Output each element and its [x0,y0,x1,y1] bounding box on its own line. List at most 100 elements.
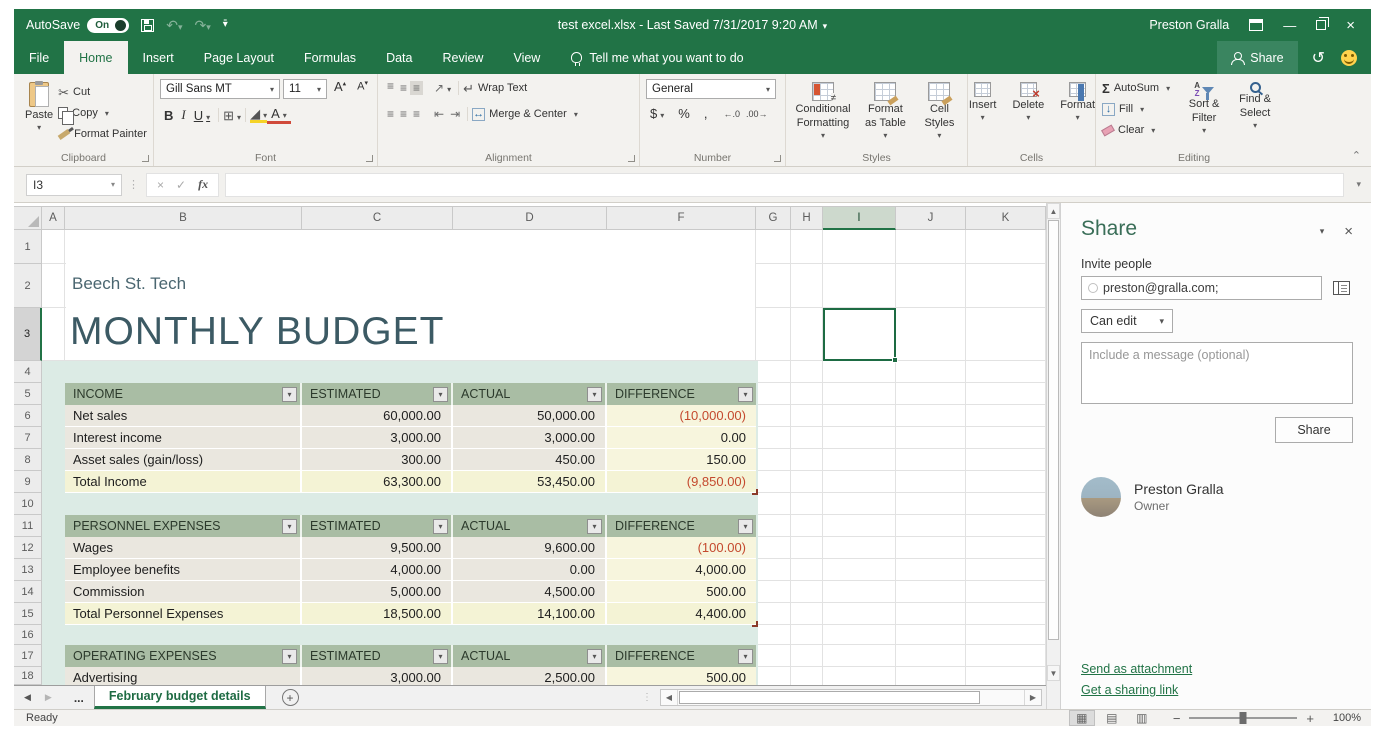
clear-button[interactable]: Clear [1102,121,1170,139]
pane-close-icon[interactable]: × [1344,223,1353,240]
merge-center-button[interactable]: ↔Merge & Center [472,105,578,123]
underline-button[interactable]: U [190,108,214,123]
table-cell[interactable]: Total Personnel Expenses [65,603,302,625]
row-header-8[interactable]: 8 [14,449,42,471]
align-right-button[interactable]: ≡ [410,107,423,121]
top-align-button[interactable]: ≡ [384,79,397,93]
table-cell[interactable]: 63,300.00 [302,471,453,493]
borders-button[interactable]: ⊞ [223,109,241,122]
wrap-text-button[interactable]: ↵Wrap Text [463,79,527,97]
address-book-button[interactable] [1329,277,1353,299]
tab-file[interactable]: File [14,41,64,74]
expand-formula-bar-icon[interactable]: ▾ [1350,179,1367,190]
horizontal-scrollbar[interactable]: ◀ ▶ [660,689,1042,706]
column-header-K[interactable]: K [966,206,1046,230]
autosave-toggle[interactable]: AutoSave On [26,18,129,33]
zoom-in-icon[interactable]: + [1306,711,1314,726]
filter-button[interactable] [738,387,753,402]
fill-handle[interactable] [892,357,898,363]
bold-button[interactable]: B [160,108,177,123]
title-dropdown-icon[interactable]: ▾ [823,21,828,31]
page-layout-view-icon[interactable]: ▤ [1099,710,1125,726]
vscroll-thumb[interactable] [1048,220,1059,640]
hscroll-thumb[interactable] [679,691,980,704]
scroll-right-icon[interactable]: ▶ [1024,690,1041,705]
send-as-attachment-link[interactable]: Send as attachment [1081,662,1353,676]
table-cell[interactable]: 53,450.00 [453,471,607,493]
row-header-14[interactable]: 14 [14,581,42,603]
table-cell[interactable]: 3,000.00 [453,427,607,449]
table-cell[interactable]: (100.00) [607,537,756,559]
filter-button[interactable] [433,519,448,534]
decrease-decimal-button[interactable]: .00→ [746,109,768,119]
decrease-indent-button[interactable]: ⇤ [431,107,447,121]
confirm-entry-icon[interactable]: ✓ [176,178,186,192]
zoom-slider-thumb[interactable] [1240,712,1247,724]
accounting-format-button[interactable]: $ [646,106,668,121]
increase-decimal-button[interactable]: ←.0 [723,109,740,119]
paste-button[interactable]: Paste▾ [20,79,58,136]
table-cell[interactable]: 150.00 [607,449,756,471]
tab-data[interactable]: Data [371,41,427,74]
autosum-button[interactable]: ΣAutoSum [1102,79,1170,97]
table-cell[interactable]: Asset sales (gain/loss) [65,449,302,471]
row-header-5[interactable]: 5 [14,383,42,405]
zoom-out-icon[interactable]: − [1173,711,1181,726]
table-cell[interactable]: 9,500.00 [302,537,453,559]
font-name-combo[interactable]: Gill Sans MT [160,79,280,99]
sheet-tab-active[interactable]: February budget details [94,686,266,709]
delete-cells-button[interactable]: Delete▾ [1007,79,1049,126]
fill-button[interactable]: ↓Fill [1102,100,1170,118]
table-cell[interactable]: Wages [65,537,302,559]
insert-function-icon[interactable]: fx [198,177,208,192]
table-cell[interactable]: 3,000.00 [302,427,453,449]
filter-button[interactable] [282,519,297,534]
column-header-I[interactable]: I [823,206,896,230]
share-button[interactable]: Share [1217,41,1297,74]
row-header-10[interactable]: 10 [14,493,42,515]
cancel-entry-icon[interactable]: × [157,178,164,192]
select-all-corner[interactable] [14,206,42,230]
format-as-table-button[interactable]: Format as Table▾ [858,79,913,144]
page-break-view-icon[interactable]: ▥ [1129,710,1155,726]
tab-page-layout[interactable]: Page Layout [189,41,289,74]
table-cell[interactable]: 9,600.00 [453,537,607,559]
increase-font-size-button[interactable]: A▴ [330,79,350,99]
table-cell[interactable]: (10,000.00) [607,405,756,427]
comma-style-button[interactable]: , [700,106,712,121]
table-cell[interactable]: 500.00 [607,581,756,603]
collapse-ribbon-icon[interactable]: ⌃ [1352,149,1361,162]
table-cell[interactable]: (9,850.00) [607,471,756,493]
sheet-nav-left-icon[interactable]: ◀ [24,692,31,703]
vertical-scrollbar[interactable]: ▲ ▼ [1046,203,1060,709]
cut-button[interactable]: ✂Cut [58,83,147,101]
sheet-nav-right-icon[interactable]: ▶ [45,692,52,703]
close-button[interactable]: × [1346,18,1355,33]
customize-qat-icon[interactable]: ▾̄ [223,20,228,30]
get-sharing-link[interactable]: Get a sharing link [1081,683,1353,697]
conditional-formatting-button[interactable]: Conditional Formatting▾ [792,79,854,144]
sheet-canvas[interactable]: Beech St. TechMONTHLY BUDGETINCOMEESTIMA… [42,230,1046,685]
filter-button[interactable] [738,519,753,534]
permission-dropdown[interactable]: Can edit [1081,309,1173,333]
tell-me-box[interactable]: Tell me what you want to do [559,41,755,74]
column-header-A[interactable]: A [42,206,65,230]
tab-insert[interactable]: Insert [128,41,189,74]
column-header-B[interactable]: B [65,206,302,230]
row-header-9[interactable]: 9 [14,471,42,493]
filter-button[interactable] [587,387,602,402]
row-header-18[interactable]: 18 [14,667,42,685]
filter-button[interactable] [587,649,602,664]
row-header-3[interactable]: 3 [14,308,42,361]
number-format-combo[interactable]: General [646,79,776,99]
table-cell[interactable]: 0.00 [607,427,756,449]
find-select-button[interactable]: Find & Select▾ [1230,79,1280,134]
align-left-button[interactable]: ≡ [384,107,397,121]
filter-button[interactable] [282,387,297,402]
name-box[interactable]: I3 [26,174,122,196]
table-resize-handle[interactable] [752,621,758,627]
feedback-smiley-icon[interactable] [1341,50,1357,66]
table-cell[interactable]: 4,000.00 [607,559,756,581]
save-icon[interactable] [141,19,154,32]
align-center-button[interactable]: ≡ [397,107,410,121]
